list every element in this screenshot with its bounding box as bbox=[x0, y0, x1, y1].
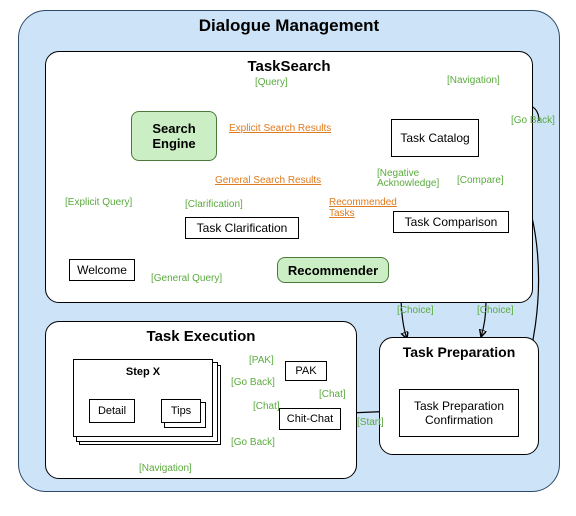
lbl-navigation: [Navigation] bbox=[447, 75, 500, 86]
lbl-query: [Query] bbox=[255, 77, 288, 88]
lbl-explquery: [Explicit Query] bbox=[65, 197, 132, 208]
lbl-start: [Start] bbox=[357, 417, 384, 428]
pak-node: PAK bbox=[285, 361, 327, 381]
lbl-negack: [Negative Acknowledge] bbox=[377, 169, 447, 189]
stepx-label: Step X bbox=[78, 366, 208, 378]
lbl-chat2: [Chat] bbox=[253, 401, 280, 412]
lbl-genquery: [General Query] bbox=[151, 273, 222, 284]
tips-node: Tips bbox=[161, 399, 201, 423]
lbl-choice: [Choice] bbox=[397, 305, 434, 316]
task-comparison-node: Task Comparison bbox=[393, 211, 509, 233]
lbl-goback: [Go Back] bbox=[511, 115, 555, 126]
lbl-choice2: [Choice] bbox=[477, 305, 514, 316]
recommender-node: Recommender bbox=[277, 257, 389, 283]
lbl-rectasks: Recommended Tasks bbox=[329, 197, 409, 219]
task-catalog-node: Task Catalog bbox=[391, 119, 479, 157]
chitchat-node: Chit-Chat bbox=[279, 408, 341, 430]
lbl-goback3: [Go Back] bbox=[231, 437, 275, 448]
welcome-node: Welcome bbox=[69, 259, 135, 281]
lbl-compare: [Compare] bbox=[457, 175, 504, 186]
taskexec-title: Task Execution bbox=[46, 328, 356, 345]
detail-node: Detail bbox=[89, 399, 135, 423]
task-clarification-node: Task Clarification bbox=[185, 217, 299, 239]
dialogue-management-container: Dialogue Management bbox=[18, 10, 560, 492]
diagram-title: Dialogue Management bbox=[19, 16, 559, 36]
search-engine-node: Search Engine bbox=[131, 111, 217, 161]
lbl-goback2: [Go Back] bbox=[231, 377, 275, 388]
lbl-clarif: [Clarification] bbox=[185, 199, 243, 210]
taskprep-confirm-node: Task Preparation Confirmation bbox=[399, 389, 519, 437]
lbl-explresults: Explicit Search Results bbox=[229, 123, 331, 134]
lbl-navigation2: [Navigation] bbox=[139, 463, 192, 474]
taskprep-title: Task Preparation bbox=[380, 344, 538, 360]
lbl-chat: [Chat] bbox=[319, 389, 346, 400]
lbl-genresults: General Search Results bbox=[215, 175, 321, 186]
lbl-pak: [PAK] bbox=[249, 355, 274, 366]
tasksearch-title: TaskSearch bbox=[46, 58, 532, 75]
